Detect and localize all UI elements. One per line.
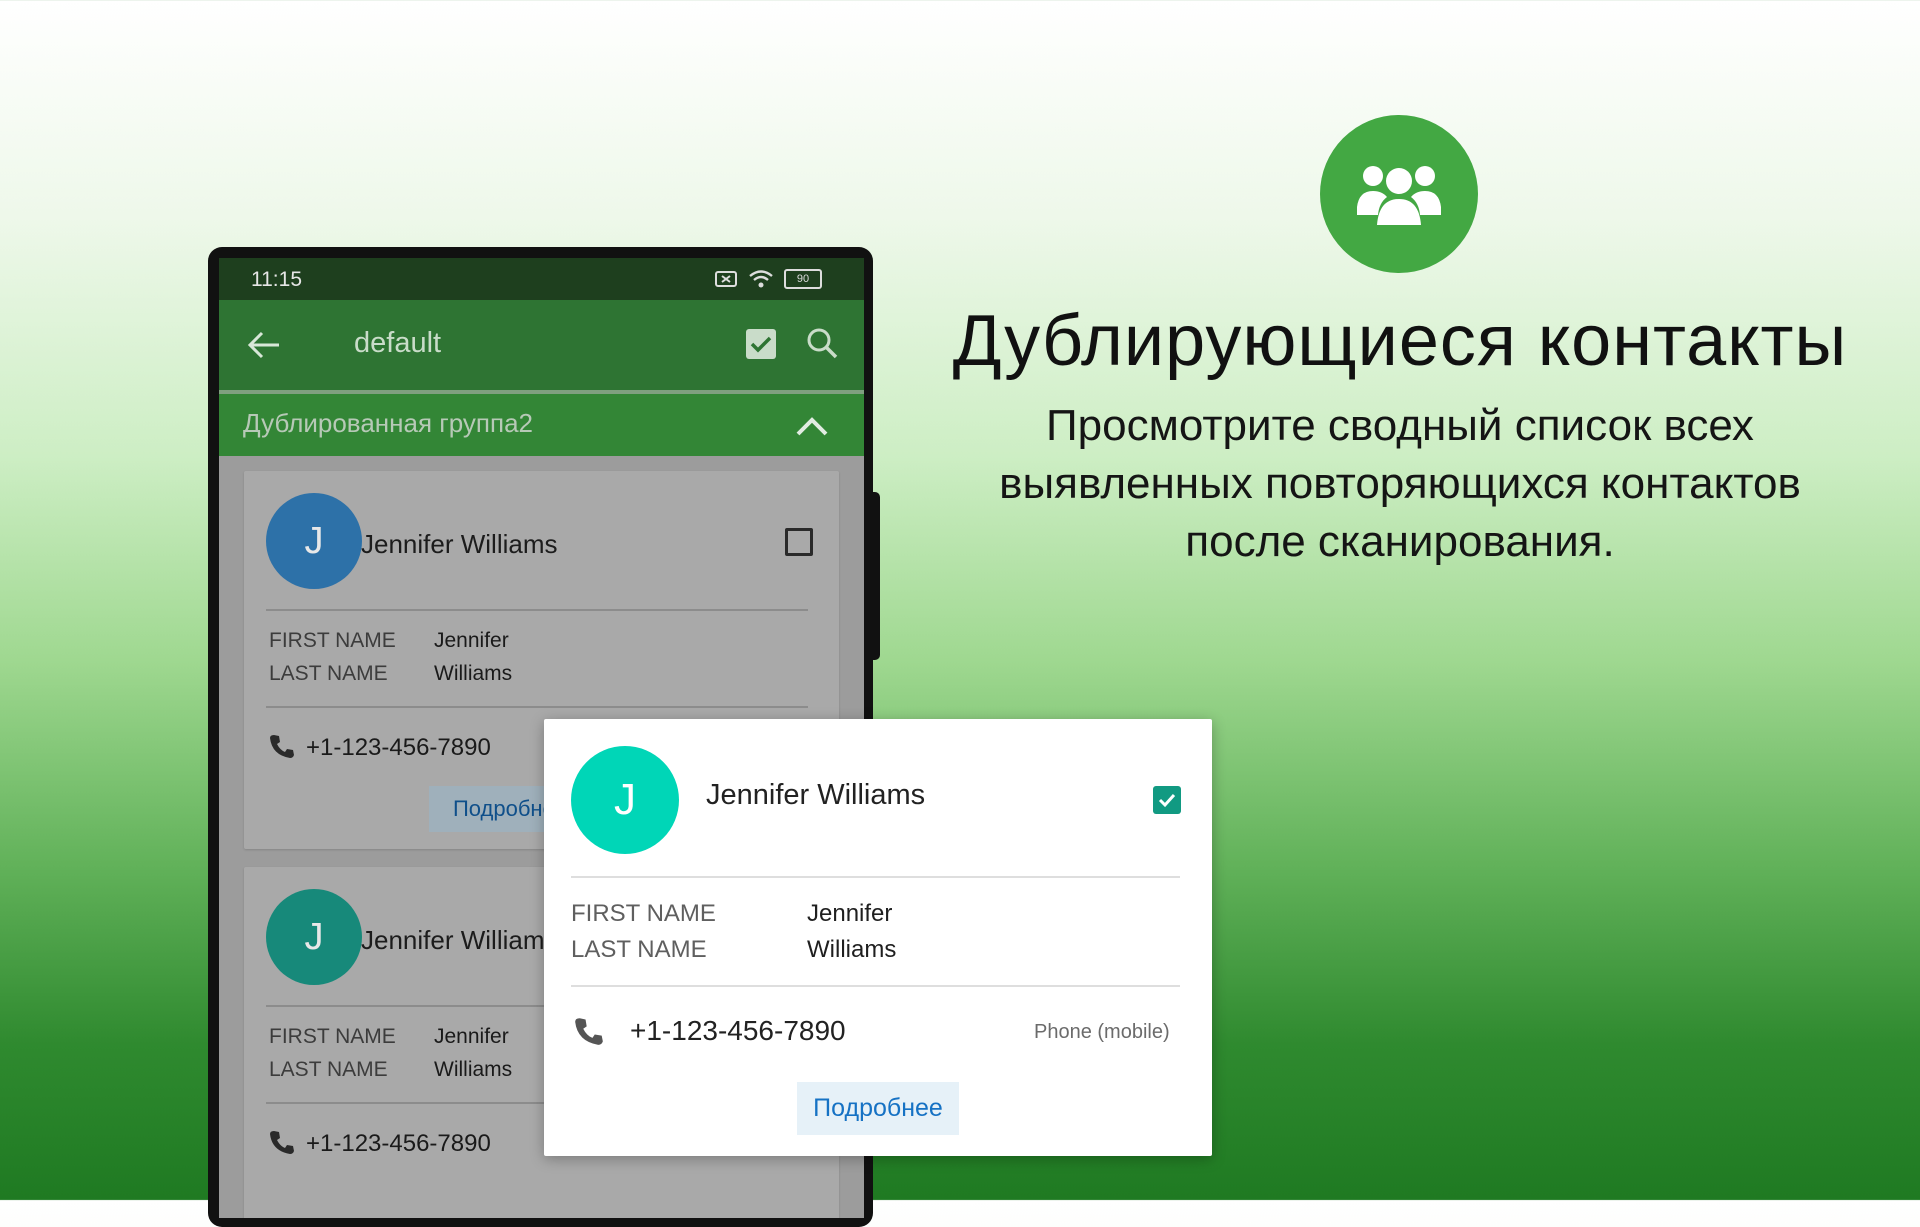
contact-name: Jennifer Williams: [361, 925, 558, 955]
checkbox-icon[interactable]: [745, 328, 777, 360]
more-button[interactable]: Подробнее: [797, 1082, 959, 1135]
phone-number: +1-123-456-7890: [630, 1015, 846, 1046]
last-name-label: LAST NAME: [269, 1058, 388, 1081]
chevron-up-icon[interactable]: [794, 410, 830, 440]
group-title: Дублированная группа2: [243, 408, 533, 438]
divider: [266, 609, 808, 611]
phone-number: +1-123-456-7890: [306, 1130, 491, 1157]
avatar: J: [266, 493, 362, 589]
battery-level: 90: [796, 273, 810, 285]
first-name-label: FIRST NAME: [571, 900, 716, 927]
phone-side-button: [870, 492, 880, 660]
promo-title: Дублирующиеся контакты: [952, 301, 1848, 381]
avatar: J: [266, 889, 362, 985]
group-header[interactable]: Дублированная группа2: [219, 394, 864, 456]
contact-checkbox[interactable]: [1153, 786, 1181, 814]
back-arrow-icon[interactable]: [245, 328, 283, 362]
first-name-label: FIRST NAME: [269, 629, 396, 652]
sim-icon: [715, 271, 737, 287]
phone-icon: [270, 1131, 294, 1154]
first-name-value: Jennifer: [434, 1025, 509, 1048]
contact-name: Jennifer Williams: [361, 529, 558, 559]
contact-card-highlighted: J Jennifer Williams FIRST NAME Jennifer …: [544, 719, 1212, 1156]
divider: [266, 706, 808, 708]
phone-type: Phone (mobile): [1034, 1021, 1170, 1043]
last-name-value: Williams: [434, 1058, 513, 1081]
phone-icon: [270, 735, 294, 758]
first-name-value: Jennifer: [807, 900, 893, 927]
group-icon: [1357, 166, 1441, 225]
status-time: 11:15: [251, 268, 302, 291]
phone-icon: [575, 1018, 603, 1045]
status-bar: 11:15 90: [219, 258, 864, 300]
status-icons: 90: [714, 269, 822, 289]
last-name-label: LAST NAME: [269, 662, 388, 685]
phone-number: +1-123-456-7890: [306, 734, 491, 761]
last-name-label: LAST NAME: [571, 936, 707, 963]
promo-subtitle: Просмотрите сводный список всех выявленн…: [999, 401, 1801, 566]
app-group-icon: [1320, 115, 1478, 273]
avatar: J: [571, 746, 679, 854]
check-icon: [1158, 793, 1176, 808]
wifi-icon: [749, 270, 773, 288]
contact-checkbox[interactable]: [785, 528, 813, 556]
search-icon[interactable]: [805, 326, 839, 360]
last-name-value: Williams: [434, 662, 513, 685]
divider: [571, 985, 1180, 987]
last-name-value: Williams: [807, 936, 897, 963]
app-bar: default: [219, 300, 864, 390]
first-name-value: Jennifer: [434, 629, 509, 652]
battery-icon: 90: [784, 269, 822, 289]
first-name-label: FIRST NAME: [269, 1025, 396, 1048]
divider: [571, 876, 1180, 878]
more-button-label: Подробнее: [813, 1094, 943, 1122]
appbar-title: default: [354, 327, 442, 359]
contact-name: Jennifer Williams: [706, 779, 926, 811]
